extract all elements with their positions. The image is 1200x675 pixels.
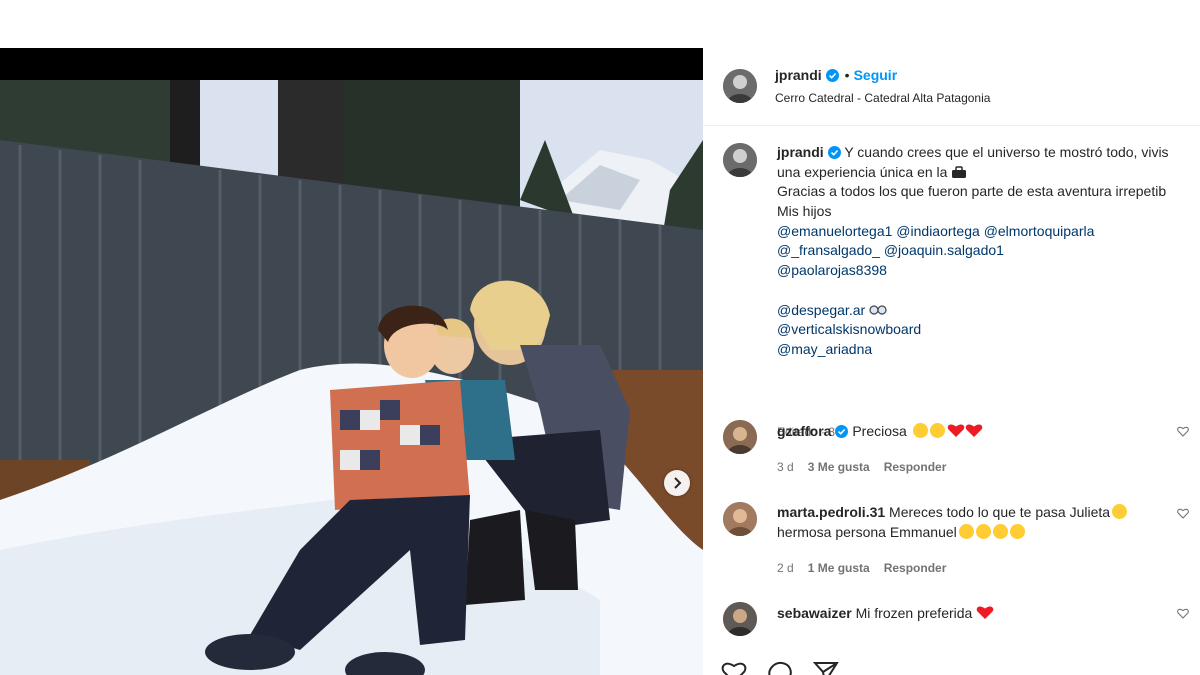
commenter-avatar[interactable] [723,602,757,636]
verified-badge-icon [825,69,839,82]
reply-button[interactable]: Responder [884,460,947,474]
author-avatar[interactable] [723,69,757,103]
comment-likes[interactable]: 3 Me gusta [808,460,870,474]
caption-line-3: Gracias a todos los que fueron parte de … [777,183,1167,200]
separator-dot: • [844,67,850,83]
heart-eyes-emoji [1112,504,1128,519]
mention-link[interactable]: @may_ariadna [777,341,872,357]
post-sidebar: jprandi • Seguir Cerro Catedral - Catedral… [703,48,1200,675]
like-comment-heart-icon[interactable] [1177,508,1189,519]
like-comment-heart-icon[interactable] [1177,426,1189,437]
commenter-username[interactable]: sebawaizer [777,605,852,621]
comment-time: 3 d [777,460,794,474]
reply-button[interactable]: Responder [884,561,947,575]
caption-avatar[interactable] [723,143,757,177]
caption-mentions-row-4: @despegar.ar [777,301,1200,321]
heart-eyes-emoji [975,524,991,539]
heart-eyes-emoji [912,423,928,438]
comment-meta: 3 d 3 Me gusta Responder [777,460,960,474]
caption-text: jprandi Y cuando crees que el universo t… [777,143,1200,360]
comment-text: gzaffora Preciosa [777,421,983,441]
mention-link[interactable]: @verticalskisnowboard [777,321,921,337]
goggles-emoji [869,304,887,315]
author-line: jprandi • Seguir [775,67,897,85]
mention-link[interactable]: @emanuelortega1 [777,223,892,239]
caption-line-4: Mis hijos [777,203,832,220]
author-username[interactable]: jprandi [775,67,822,83]
chevron-right-icon [674,477,682,489]
mention-link[interactable]: @despegar.ar [777,302,865,318]
commenter-avatar[interactable] [723,502,757,536]
comment-time: 2 d [777,561,794,575]
post-photo [0,80,703,675]
comment-text: sebawaizer Mi frozen preferida [777,603,994,623]
media-letterbox [0,48,703,80]
mention-link[interactable]: @_fransalgado_ [777,242,880,258]
share-icon[interactable] [813,660,839,675]
caption-mentions-row-3: @paolarojas8398 [777,261,1200,281]
comment-text: marta.pedroli.31 Mereces todo lo que te … [777,502,1128,542]
caption-line-1: jprandi Y cuando crees que el universo t… [777,144,1169,160]
commenter-username[interactable]: marta.pedroli.31 [777,504,885,520]
verified-badge-icon [835,425,849,438]
heart-eyes-emoji [1009,524,1025,539]
caption-mentions-row-5: @verticalskisnowboard [777,320,1200,340]
caption-username[interactable]: jprandi [777,144,824,160]
comment-likes[interactable]: 1 Me gusta [808,561,870,575]
comment-icon[interactable] [767,660,793,675]
next-media-button[interactable] [664,470,690,496]
heart-eyes-emoji [958,524,974,539]
heart-eyes-emoji [992,524,1008,539]
mention-link[interactable]: @joaquin.salgado1 [884,242,1004,258]
red-heart-emoji [947,424,964,437]
mention-link[interactable]: @indiaortega [896,223,980,239]
red-heart-emoji [976,606,994,619]
verified-badge-icon [827,146,841,159]
heart-icon[interactable] [721,660,747,675]
post-media[interactable] [0,48,703,675]
commenter-username[interactable]: gzaffora [777,423,831,439]
red-heart-emoji [965,424,982,437]
comment-meta: 2 d 1 Me gusta Responder [777,561,960,575]
bag-emoji [952,165,967,178]
caption-mentions-row-6: @may_ariadna [777,340,1200,360]
like-comment-heart-icon[interactable] [1177,608,1189,619]
caption-mentions-row-2: @_fransalgado_ @joaquin.salgado1 [777,241,1200,261]
post-location[interactable]: Cerro Catedral - Catedral Alta Patagonia [775,91,990,105]
commenter-avatar[interactable] [723,420,757,454]
post-header: jprandi • Seguir Cerro Catedral - Catedral… [703,48,1200,126]
heart-eyes-emoji [929,423,945,438]
mention-link[interactable]: @paolarojas8398 [777,262,887,278]
follow-button[interactable]: Seguir [854,67,898,83]
caption-mentions-row-1: @emanuelortega1 @indiaortega @elmortoqui… [777,222,1200,242]
mention-link[interactable]: @elmortoquiparla [984,223,1095,239]
caption-line-2: una experiencia única en la [777,163,1200,183]
